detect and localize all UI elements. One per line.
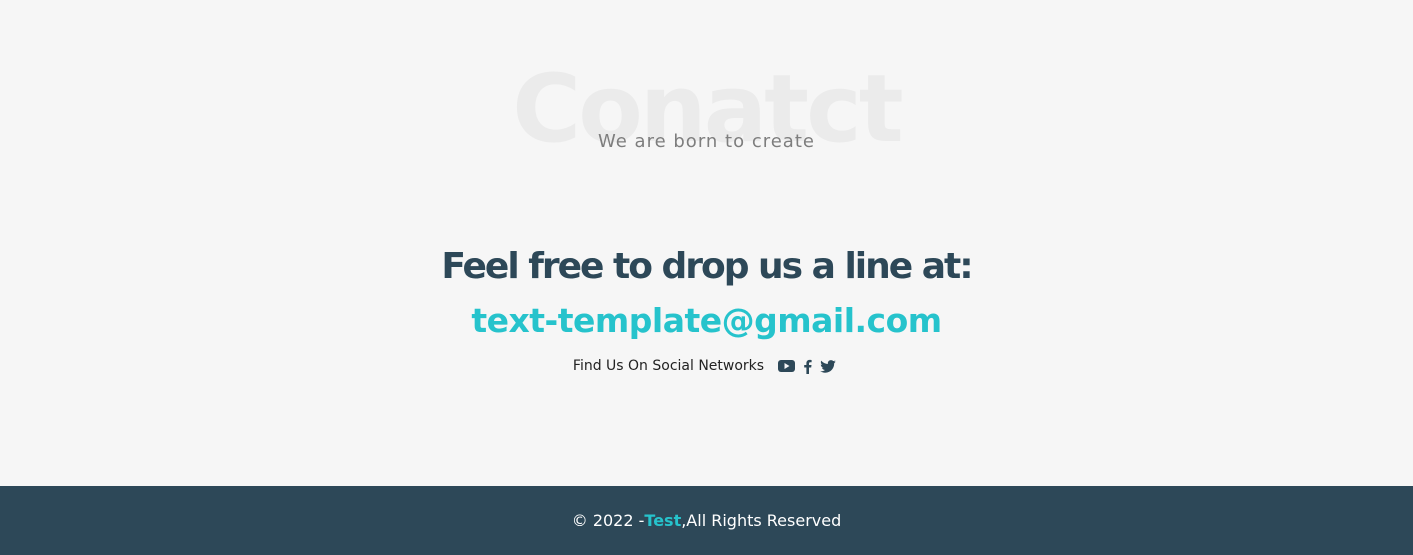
contact-headline: Feel free to drop us a line at: xyxy=(441,246,973,287)
copyright-suffix: ,All Rights Reserved xyxy=(681,511,842,530)
email-link[interactable]: text-template@gmail.com xyxy=(0,299,1413,343)
copyright-prefix: © 2022 - xyxy=(571,511,645,530)
contact-section: Conatct We are born to create Feel free … xyxy=(0,0,1413,486)
social-networks-row: Find Us On Social Networks xyxy=(0,355,1413,377)
facebook-icon[interactable] xyxy=(803,355,812,377)
section-subtitle: We are born to create xyxy=(598,131,815,152)
twitter-icon[interactable] xyxy=(820,355,836,377)
social-label: Find Us On Social Networks xyxy=(572,358,765,374)
footer: © 2022 - Test ,All Rights Reserved xyxy=(0,486,1413,555)
youtube-icon[interactable] xyxy=(778,355,796,377)
brand-link[interactable]: Test xyxy=(644,511,681,530)
